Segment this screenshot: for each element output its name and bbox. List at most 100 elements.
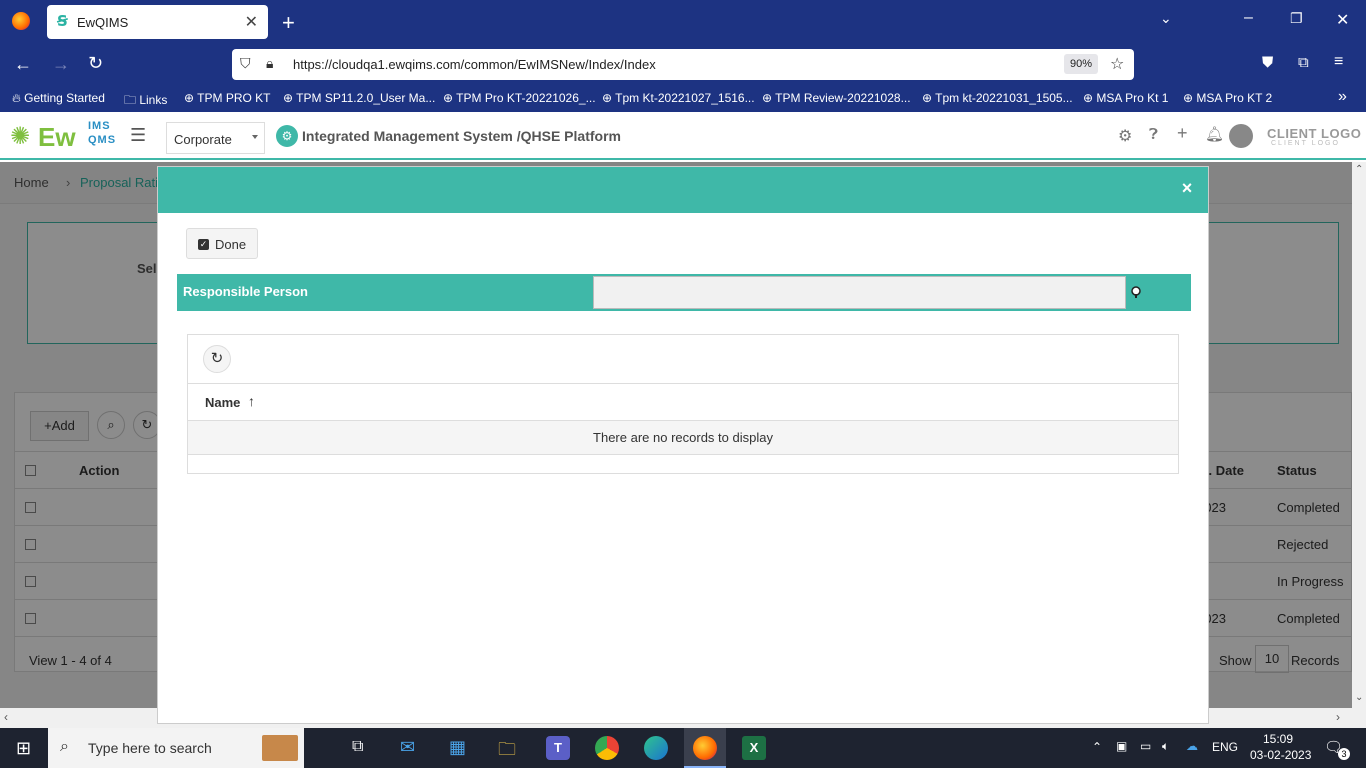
chrome-icon[interactable] xyxy=(595,736,619,760)
firefox-taskbar-active[interactable] xyxy=(684,728,726,768)
menu-icon[interactable]: ≡ xyxy=(1334,53,1343,71)
client-logo: CLIENT LOGO xyxy=(1267,126,1362,141)
scroll-down-icon[interactable]: ⌄ xyxy=(1355,692,1363,703)
help-icon[interactable]: ❓︎ xyxy=(1149,126,1158,143)
responsible-person-row: Responsible Person xyxy=(177,274,1191,311)
store-icon[interactable]: ▦ xyxy=(449,737,466,758)
responsible-person-modal: × ✓ Done Responsible Person ↻ Name ↑ The… xyxy=(157,166,1209,724)
grid-refresh-icon[interactable]: ↻ xyxy=(203,345,231,373)
logo-qms: QMS xyxy=(88,134,117,146)
shield-icon[interactable]: ⛉ xyxy=(240,55,251,72)
bookmark-msa-pro-kt-1[interactable]: ⊕ MSA Pro Kt 1 xyxy=(1083,91,1168,105)
back-icon[interactable]: ← xyxy=(14,54,32,75)
address-bar[interactable]: ⛉ 🔒︎ https://cloudqa1.ewqims.com/common/… xyxy=(232,49,1134,80)
user-avatar[interactable] xyxy=(1229,124,1253,148)
bookmark-getting-started[interactable]: 🔥︎ Getting Started xyxy=(12,91,105,106)
extensions-icon[interactable]: ⧉ xyxy=(1298,54,1309,71)
hamburger-menu-icon[interactable]: ☰ xyxy=(130,125,146,146)
organization-select[interactable]: Corporate xyxy=(166,122,265,154)
browser-nav-bar: ← → ↻ ⛉ 🔒︎ https://cloudqa1.ewqims.com/c… xyxy=(0,44,1366,86)
bookmark-links[interactable]: 🗀 Links xyxy=(124,91,167,112)
cursor-icon xyxy=(1131,286,1141,298)
scroll-right-icon[interactable]: › xyxy=(1336,710,1340,724)
modal-close-icon[interactable]: × xyxy=(1178,179,1196,197)
logo-text: Ew xyxy=(38,122,76,152)
chevron-down-icon xyxy=(252,135,258,139)
settings-icon[interactable]: ⚙ xyxy=(1118,126,1132,146)
notification-bell-icon[interactable]: 🔔︎ xyxy=(1205,125,1224,143)
system-gear-icon: ⚙ xyxy=(276,125,298,147)
ewqims-favicon-icon: Ꞩ xyxy=(57,13,68,30)
pocket-icon[interactable]: ⛊ xyxy=(1262,54,1273,71)
notification-count-badge: 3 xyxy=(1338,748,1350,760)
language-indicator[interactable]: ENG xyxy=(1212,740,1238,754)
logo-ims: IMS xyxy=(88,120,111,132)
grid-header: Name ↑ xyxy=(188,383,1178,421)
forward-icon[interactable]: → xyxy=(52,54,70,75)
tray-chevron-icon[interactable]: ⌃ xyxy=(1092,740,1102,754)
ewqims-logo[interactable]: ✺ Ew IMS QMS xyxy=(10,120,116,152)
list-tabs-icon[interactable]: ⌄ xyxy=(1160,10,1172,27)
bookmark-msa-pro-kt-2[interactable]: ⊕ MSA Pro KT 2 xyxy=(1183,91,1272,105)
reload-icon[interactable]: ↻ xyxy=(88,53,103,74)
col-name[interactable]: Name xyxy=(205,395,240,410)
bookmark-tpm-review[interactable]: ⊕ TPM Review-20221028... xyxy=(762,91,911,105)
bookmark-tpm-pro-kt[interactable]: ⊕ TPM PRO KT xyxy=(184,91,271,105)
scroll-up-icon[interactable]: ⌃ xyxy=(1355,164,1363,175)
add-icon[interactable]: + xyxy=(1177,123,1188,144)
bookmark-tpm-sp[interactable]: ⊕ TPM SP11.2.0_User Ma... xyxy=(283,91,435,105)
search-icon: ⌕ xyxy=(60,738,69,755)
network-icon[interactable]: ▭ xyxy=(1140,739,1151,753)
bookmarks-bar: 🔥︎ Getting Started 🗀 Links ⊕ TPM PRO KT … xyxy=(0,86,1366,112)
minimize-icon[interactable]: – xyxy=(1244,9,1253,27)
bookmark-tpm-pro-kt-2[interactable]: ⊕ TPM Pro KT-20221026_... xyxy=(443,91,596,105)
window-close-icon[interactable]: ✕ xyxy=(1336,10,1349,30)
windows-taskbar: ⊞ ⌕ Type here to search ⧉ ✉ ▦ 🗀 T X ⌃ ▣ … xyxy=(0,728,1366,768)
scroll-left-icon[interactable]: ‹ xyxy=(4,710,8,724)
task-view-icon[interactable]: ⧉ xyxy=(352,738,363,756)
app-header: ✺ Ew IMS QMS ☰ Corporate ⚙ Integrated Ma… xyxy=(0,112,1366,160)
done-label: Done xyxy=(215,237,247,252)
lock-icon[interactable]: 🔒︎ xyxy=(266,55,273,72)
clock-date[interactable]: 03-02-2023 xyxy=(1250,748,1311,762)
zoom-level[interactable]: 90% xyxy=(1064,54,1098,74)
modal-header: × xyxy=(158,167,1208,213)
logo-star-icon: ✺ xyxy=(10,123,31,150)
firefox-icon xyxy=(693,736,717,760)
empty-message: There are no records to display xyxy=(188,421,1178,455)
bookmarks-overflow-icon[interactable]: » xyxy=(1338,88,1347,106)
done-button[interactable]: ✓ Done xyxy=(186,228,258,259)
sort-arrow-icon[interactable]: ↑ xyxy=(248,393,255,409)
new-tab-icon[interactable]: + xyxy=(282,10,295,36)
tab-close-icon[interactable]: ✕ xyxy=(245,12,258,32)
firefox-icon[interactable] xyxy=(12,12,30,30)
person-grid: ↻ Name ↑ There are no records to display xyxy=(187,334,1179,474)
client-logo-sub: CLIENT LOGO xyxy=(1271,140,1340,147)
taskbar-search[interactable]: ⌕ Type here to search xyxy=(48,728,304,768)
vertical-scrollbar[interactable]: ⌃ ⌄ xyxy=(1352,162,1366,708)
restore-icon[interactable]: ❐ xyxy=(1290,10,1303,27)
clock-time[interactable]: 15:09 xyxy=(1263,732,1293,746)
browser-tab[interactable]: Ꞩ EwQIMS ✕ xyxy=(47,5,268,39)
edge-icon[interactable] xyxy=(644,736,668,760)
mail-icon[interactable]: ✉ xyxy=(400,737,415,758)
teams-icon[interactable]: T xyxy=(546,736,570,760)
tab-title: EwQIMS xyxy=(77,15,129,30)
organization-select-value: Corporate xyxy=(174,132,232,147)
bookmark-tpm-kt-1027[interactable]: ⊕ Tpm Kt-20221027_1516... xyxy=(602,91,755,105)
file-explorer-icon[interactable]: 🗀 xyxy=(498,737,516,767)
volume-icon[interactable]: 🔈︎ xyxy=(1162,739,1169,754)
system-title: Integrated Management System /QHSE Platf… xyxy=(302,128,621,144)
browser-tab-bar: Ꞩ EwQIMS ✕ + ⌄ – ❐ ✕ xyxy=(0,0,1366,44)
bookmark-star-icon[interactable]: ☆ xyxy=(1110,54,1124,74)
responsible-person-input[interactable] xyxy=(593,276,1126,309)
search-highlight-icon xyxy=(262,735,298,761)
search-placeholder: Type here to search xyxy=(88,740,212,756)
responsible-person-label: Responsible Person xyxy=(183,284,308,299)
windows-start-icon[interactable]: ⊞ xyxy=(16,738,31,759)
excel-icon[interactable]: X xyxy=(742,736,766,760)
url-text: https://cloudqa1.ewqims.com/common/EwIMS… xyxy=(293,57,656,72)
bookmark-tpm-kt-1031[interactable]: ⊕ Tpm kt-20221031_1505... xyxy=(922,91,1073,105)
tray-device-icon[interactable]: ▣ xyxy=(1116,739,1127,753)
onedrive-icon[interactable]: ☁ xyxy=(1186,739,1198,753)
